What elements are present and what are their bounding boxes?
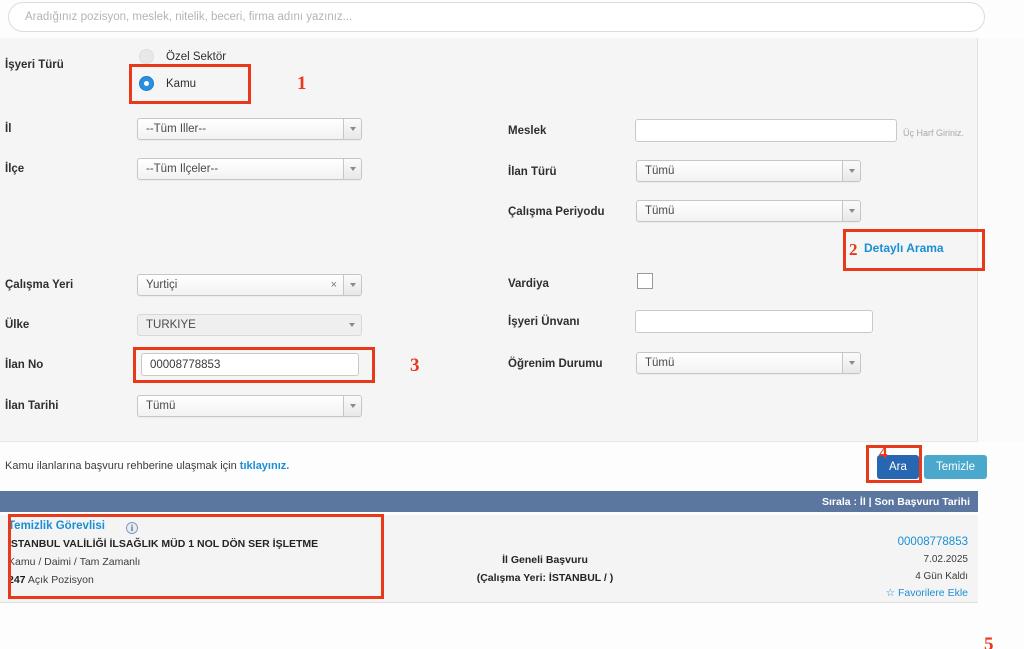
radio-ozel-sektor-dot [139,49,154,64]
listing-type-select[interactable]: Tümü [636,160,861,182]
chevron-down-icon[interactable] [343,159,361,179]
work-location-note: (Çalışma Yeri: İSTANBUL / ) [476,572,614,584]
radio-kamu[interactable]: Kamu [139,76,196,91]
occupation-label: Meslek [508,125,547,137]
result-right-column: 00008778853 7.02.2025 4 Gün Kaldı ☆ Favo… [886,534,968,602]
open-positions-count: 247 [8,574,26,586]
clear-icon[interactable]: × [325,279,343,291]
results-sort-bar[interactable]: Sırala : İl | Son Başvuru Tarihi [0,491,978,512]
listing-type-value: Tümü [645,165,675,177]
chevron-down-icon[interactable] [343,396,361,416]
chevron-down-icon[interactable] [343,119,361,139]
annotation-number-5: 5 [984,634,994,649]
radio-kamu-label: Kamu [166,77,197,90]
country-value: TÜRKİYE [146,319,196,331]
workplace-title-label: İşyeri Ünvanı [508,316,580,328]
education-value: Tümü [645,357,675,369]
radio-ozel-sektor[interactable]: Özel Sektör [139,49,226,64]
search-form-panel: İşyeri Türü Özel Sektör Kamu İl --Tüm İl… [0,38,978,442]
result-listing-no[interactable]: 00008778853 [886,534,968,551]
star-icon: ☆ [885,587,896,599]
clear-button[interactable]: Temizle [924,455,987,479]
listing-type-label: İlan Türü [508,166,557,178]
keyword-search-wrapper [8,2,985,32]
listing-no-input[interactable] [141,353,359,376]
result-list-item[interactable]: Temizlik Görevlisi i İSTANBUL VALİLİĞİ İ… [0,515,978,603]
result-deadline-date: 7.02.2025 [923,554,969,565]
shift-label: Vardiya [508,278,549,290]
add-to-favorites-label: Favorilere Ekle [897,587,968,599]
district-label: İlçe [5,163,25,175]
listing-no-label: İlan No [5,359,44,371]
workplace-type-label: İşyeri Türü [5,59,64,71]
info-icon[interactable]: i [126,522,138,534]
occupation-input[interactable] [635,119,897,142]
chevron-down-icon[interactable] [842,353,860,373]
listing-date-select[interactable]: Tümü [137,395,362,417]
education-select[interactable]: Tümü [636,352,861,374]
country-select[interactable]: TÜRKİYE [137,314,362,336]
district-select[interactable]: --Tüm İlçeler-- [137,158,362,180]
application-scope-block: İl Geneli Başvuru (Çalışma Yeri: İSTANBU… [380,551,710,587]
application-scope: İl Geneli Başvuru [502,554,588,566]
page-root: İşyeri Türü Özel Sektör Kamu İl --Tüm İl… [0,0,1024,649]
search-button[interactable]: Ara [877,455,919,479]
job-meta: Kamu / Daimi / Tam Zamanlı [8,556,141,568]
province-value: --Tüm İller-- [146,123,207,135]
work-location-select[interactable]: Yurtiçi × [137,274,362,296]
workplace-title-input[interactable] [635,310,873,333]
job-title-link[interactable]: Temizlik Görevlisi [8,520,105,532]
keyword-search-input[interactable] [8,2,985,32]
chevron-down-icon[interactable] [343,275,361,295]
panel-right-gutter [978,38,1024,442]
add-to-favorites-link[interactable]: ☆ Favorilere Ekle [886,585,968,602]
shift-checkbox[interactable] [637,273,653,289]
district-value: --Tüm İlçeler-- [146,163,219,175]
chevron-down-icon[interactable] [842,201,860,221]
results-sort-label[interactable]: Sırala : İl | Son Başvuru Tarihi [822,496,978,508]
work-period-value: Tümü [645,205,675,217]
work-location-value: Yurtiçi [146,279,178,291]
result-days-left: 4 Gün Kaldı [915,571,968,582]
work-location-label: Çalışma Yeri [5,279,74,291]
listing-date-label: İlan Tarihi [5,400,59,412]
employer-name: İSTANBUL VALİLİĞİ İLSAĞLIK MÜD 1 NOL DÖN… [8,538,319,550]
application-guide-link[interactable]: tıklayınız. [240,460,290,472]
province-select[interactable]: --Tüm İller-- [137,118,362,140]
open-positions-label: Açık Pozisyon [27,574,94,586]
province-label: İl [5,123,12,135]
application-guide-text: Kamu ilanlarına başvuru rehberine ulaşma… [5,460,289,472]
radio-ozel-sektor-label: Özel Sektör [166,50,227,63]
open-positions: 247 Açık Pozisyon [8,574,94,586]
work-period-label: Çalışma Periyodu [508,206,605,218]
chevron-down-icon[interactable] [842,161,860,181]
radio-kamu-dot [139,76,154,91]
occupation-hint: Üç Harf Giriniz. [903,128,965,138]
advanced-search-link[interactable]: Detaylı Arama [864,241,944,255]
country-label: Ülke [5,319,30,331]
work-period-select[interactable]: Tümü [636,200,861,222]
listing-date-value: Tümü [146,400,176,412]
chevron-down-icon[interactable] [343,315,361,335]
education-label: Öğrenim Durumu [508,358,603,370]
application-guide-label: Kamu ilanlarına başvuru rehberine ulaşma… [5,460,237,472]
